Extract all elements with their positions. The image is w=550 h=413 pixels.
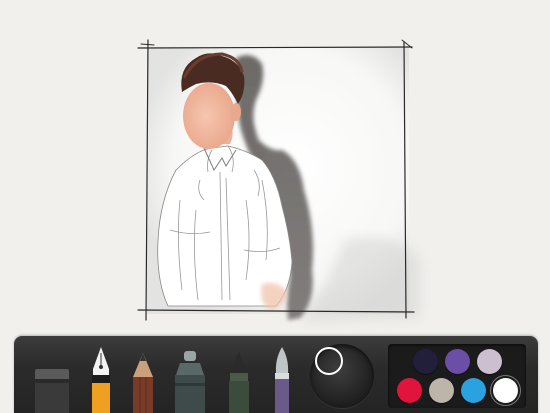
mixer-selection-ring-icon <box>315 347 343 375</box>
swatch-white[interactable] <box>493 378 518 403</box>
swatch-lavender[interactable] <box>477 349 502 374</box>
eraser-tool[interactable] <box>32 363 72 413</box>
pencil-icon <box>133 353 153 413</box>
tool-tray <box>14 336 538 413</box>
swatch-sky-blue[interactable] <box>461 378 486 403</box>
pen-tool[interactable] <box>225 349 253 413</box>
swatch-purple[interactable] <box>445 349 470 374</box>
sketch-artwork <box>137 39 420 322</box>
eraser-icon <box>35 369 69 413</box>
marker-tool[interactable] <box>172 349 208 413</box>
fountain-pen-icon <box>92 347 110 413</box>
brush-icon <box>275 347 289 413</box>
swatch-warm-gray[interactable] <box>429 378 454 403</box>
swatch-red[interactable] <box>397 378 422 403</box>
drawing-canvas[interactable] <box>0 0 550 330</box>
marker-icon <box>175 351 205 413</box>
pen-icon <box>229 351 249 413</box>
fountain-pen-tool[interactable] <box>87 345 115 413</box>
color-palette <box>388 344 526 408</box>
brush-tool[interactable] <box>269 345 295 413</box>
pencil-tool[interactable] <box>129 351 157 413</box>
color-mixer-dial[interactable] <box>310 344 374 408</box>
swatch-dark-purple[interactable] <box>413 349 438 374</box>
